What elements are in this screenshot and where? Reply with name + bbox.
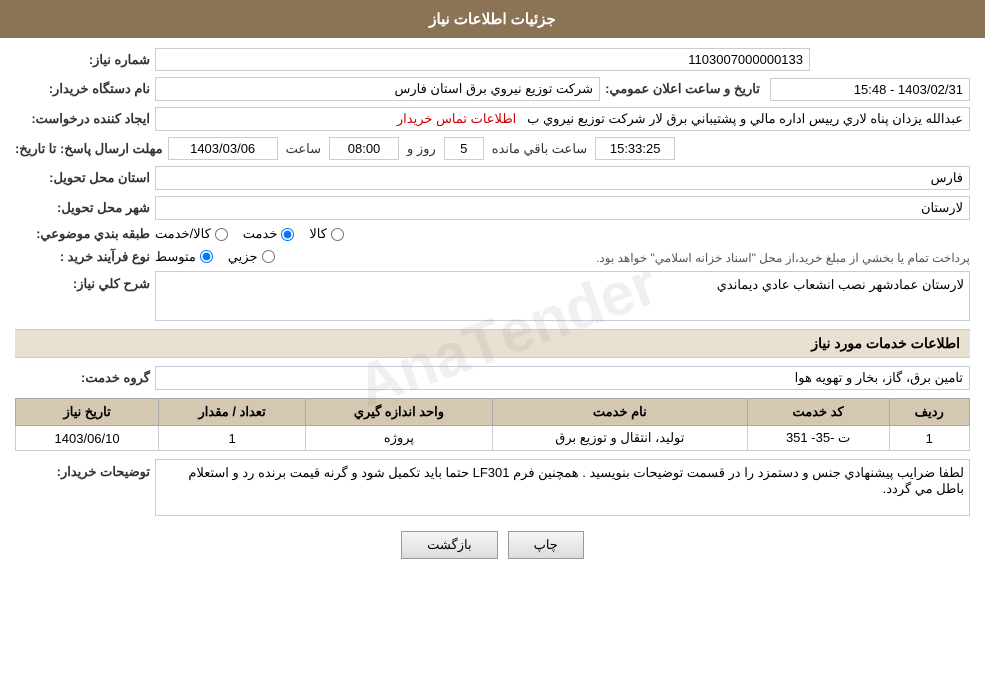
creator-label: ايجاد كننده درخواست: [15,111,155,127]
city-label: شهر محل تحويل: [15,200,155,216]
buyer-notes-textarea[interactable] [155,459,970,516]
deadline-time-label: ساعت [282,141,325,157]
col-header-unit: واحد اندازه گيري [306,399,493,426]
category-option-khedmat[interactable]: خدمت [243,226,295,242]
deadline-day-label: روز و [403,141,440,157]
purchase-option-jozii[interactable]: جزيي [228,249,275,265]
col-header-quantity: تعداد / مقدار [159,399,306,426]
description-label: شرح كلي نياز: [15,271,155,292]
purchase-option-motavasset[interactable]: متوسط [155,249,213,265]
creator-value: عبدالله يزدان پناه لاري رييس اداره مالي … [155,107,970,131]
creator-link[interactable]: اطلاعات تماس خريدار [397,111,516,126]
number-value: 1103007000000133 [155,48,810,71]
col-header-row-num: رديف [889,399,969,426]
buyer-org-value: شركت توزيع نيروي برق استان فارس [155,77,600,101]
table-row: 1ت -35- 351توليد، انتقال و توزيع برقپروژ… [16,426,970,451]
city-value: لارستان [155,196,970,220]
category-radio-group: كالا/خدمت خدمت كالا [155,226,970,242]
services-table: رديف كد خدمت نام خدمت واحد اندازه گيري ت… [15,398,970,451]
description-textarea[interactable] [155,271,970,321]
province-label: استان محل تحويل: [15,170,155,186]
purchase-note: پرداخت تمام يا بخشي از مبلغ خريد،از محل … [596,251,970,265]
deadline-label: مهلت ارسال پاسخ: تا تاريخ: [15,141,168,157]
province-value: فارس [155,166,970,190]
services-table-container: رديف كد خدمت نام خدمت واحد اندازه گيري ت… [15,398,970,451]
deadline-date: 1403/03/06 [168,137,278,160]
buyer-org-label: نام دستگاه خريدار: [15,81,155,97]
deadline-remaining-label: ساعت باقي مانده [488,141,591,157]
deadline-time: 08:00 [329,137,399,160]
announce-label: تاريخ و ساعت اعلان عمومي: [600,81,770,97]
number-label: شماره نياز: [15,52,155,68]
col-header-date: تاريخ نياز [16,399,159,426]
service-group-value: تامين برق، گاز، بخار و تهويه هوا [155,366,970,390]
button-row: چاپ بازگشت [15,531,970,574]
page-title: جزئيات اطلاعات نياز [0,0,985,38]
category-option-kala[interactable]: كالا [309,226,344,242]
print-button[interactable]: چاپ [508,531,584,559]
back-button[interactable]: بازگشت [401,531,497,559]
purchase-type-radio-group: متوسط جزيي [155,249,592,265]
purchase-type-label: نوع فرآيند خريد : [15,249,155,265]
deadline-remaining: 15:33:25 [595,137,675,160]
col-header-name: نام خدمت [492,399,747,426]
deadline-days: 5 [444,137,484,160]
category-option-kala-khedmat[interactable]: كالا/خدمت [155,226,228,242]
buyer-notes-label: توضيحات خريدار: [15,459,155,480]
announce-value: 1403/02/31 - 15:48 [770,78,970,101]
service-group-label: گروه خدمت: [15,370,155,386]
col-header-code: كد خدمت [747,399,889,426]
services-section-header: اطلاعات خدمات مورد نياز [15,329,970,358]
category-label: طبقه بندي موضوعي: [15,226,155,242]
